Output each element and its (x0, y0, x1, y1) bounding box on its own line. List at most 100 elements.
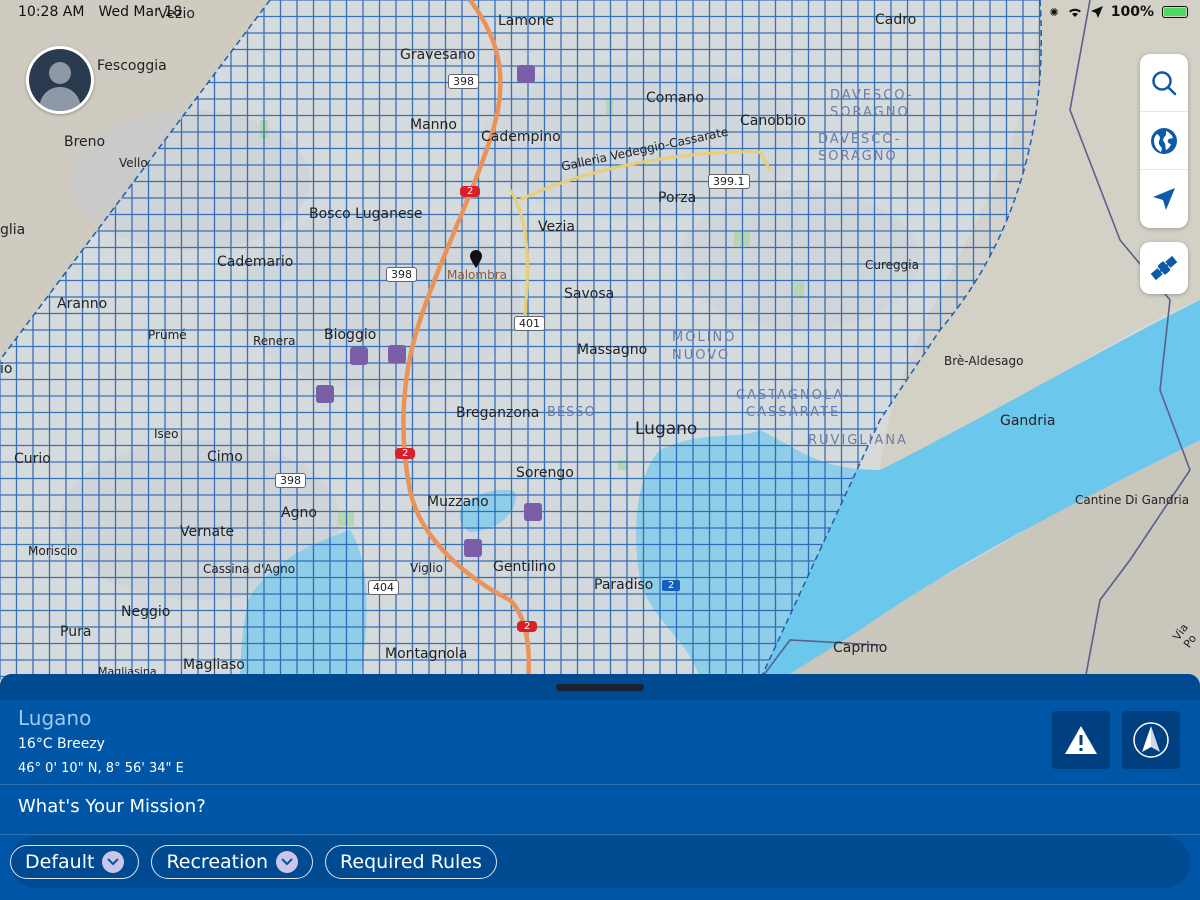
road-shield: 399.1 (708, 174, 750, 189)
chip-label: Required Rules (340, 851, 482, 873)
district-label: CASTAGNOLA- (736, 388, 851, 403)
location-arrow-icon (1090, 6, 1103, 18)
district-label: RUVIGLIANA (808, 433, 908, 448)
place-label: Prümé (148, 328, 187, 342)
train-station-icon (524, 503, 542, 521)
district-label: MOLINO (672, 330, 737, 345)
place-label: io (0, 361, 13, 377)
coordinates-text: 46° 0' 10" N, 8° 56' 34" E (18, 761, 184, 776)
place-label: Comano (646, 90, 704, 106)
satellite-button[interactable] (1140, 242, 1188, 294)
place-label: Viglio (410, 561, 443, 575)
district-label: DAVESCO- (818, 132, 902, 147)
compass-button[interactable] (1122, 711, 1180, 769)
place-label: Manno (410, 117, 457, 133)
place-label: Breno (64, 134, 106, 150)
place-label: Aranno (57, 296, 108, 312)
place-label: Massagno (577, 342, 648, 358)
place-label: Via Po (1170, 621, 1200, 651)
place-label: glia (0, 222, 26, 238)
location-pin-icon[interactable] (470, 250, 482, 268)
recreation-chip[interactable]: Recreation (151, 845, 314, 879)
place-label: Magliaso (183, 657, 245, 673)
train-station-icon (464, 539, 482, 557)
train-station-icon (350, 347, 368, 365)
location-name: Lugano (18, 706, 92, 730)
profile-avatar[interactable] (26, 46, 94, 114)
city-label: Lugano (635, 419, 698, 439)
chip-label: Default (25, 851, 95, 873)
globe-icon (1151, 127, 1177, 154)
mission-prompt: What's Your Mission? (18, 796, 206, 817)
place-label: Neggio (121, 604, 171, 620)
place-label: Cimo (207, 449, 243, 465)
road-shield: 398 (275, 473, 306, 488)
motorway-shield: 2 (517, 621, 538, 632)
place-label: Renera (253, 334, 296, 348)
place-label: Gravesano (400, 47, 476, 63)
district-label: CASSARATE (746, 405, 841, 420)
district-label: BESSO (547, 405, 596, 420)
wifi-icon (1068, 8, 1081, 17)
mission-chip-row: Default Recreation Required Rules (10, 836, 1190, 888)
panel-drag-area[interactable] (0, 674, 1200, 700)
place-label: Bioggio (324, 327, 377, 343)
search-button[interactable] (1140, 54, 1188, 112)
weather-text: 16°C Breezy (18, 736, 105, 752)
place-label: Bosco Luganese (309, 206, 423, 222)
place-label: Pura (60, 624, 92, 640)
motorway-shield: 2 (395, 448, 416, 459)
train-station-icon (517, 65, 535, 83)
place-label: Iseo (154, 427, 179, 441)
signal-icon: ✺ (1049, 5, 1059, 19)
road-label: Galleria Vedeggio-Cassarate (560, 124, 730, 174)
panel-divider (0, 834, 1200, 835)
place-label: Savosa (564, 286, 615, 302)
satellite-icon (1150, 255, 1178, 281)
status-time: 10:28 AM (18, 4, 85, 20)
default-chip[interactable]: Default (10, 845, 140, 879)
place-label: Curio (14, 451, 51, 467)
place-label: Cademario (217, 254, 294, 270)
place-label: Vernate (180, 524, 235, 540)
place-label: Canobbio (740, 113, 807, 129)
warning-icon (1065, 726, 1097, 754)
status-bar: 10:28 AM Wed Mar 18 ✺ 100% (0, 0, 1200, 24)
road-shield: 398 (448, 74, 479, 89)
compass-icon (1133, 722, 1169, 758)
place-label: Brè-Aldesago (944, 354, 1024, 368)
district-label: NUOVO (672, 348, 731, 363)
locate-me-button[interactable] (1140, 170, 1188, 228)
map-toolbar (1140, 54, 1188, 294)
search-icon (1152, 70, 1177, 95)
battery-icon (1162, 6, 1188, 18)
train-station-icon (316, 385, 334, 403)
place-label: Cadempino (481, 129, 561, 145)
place-label: Fescoggia (97, 58, 167, 74)
panel-drag-handle[interactable] (556, 684, 644, 691)
map-tool-group (1140, 54, 1188, 228)
status-date: Wed Mar 18 (98, 4, 183, 20)
warning-button[interactable] (1052, 711, 1110, 769)
place-label: Porza (658, 190, 697, 206)
place-label: Vello (119, 156, 148, 170)
place-label: Paradiso (594, 577, 654, 593)
chevron-down-icon (102, 851, 125, 873)
place-label: Malombra (447, 268, 507, 282)
place-label: Gentilino (493, 559, 556, 575)
panel-divider (0, 784, 1200, 785)
battery-percent: 100% (1110, 4, 1154, 20)
place-label: Montagnola (385, 646, 468, 662)
place-label: Sorengo (516, 465, 574, 481)
required-rules-chip[interactable]: Required Rules (325, 845, 497, 879)
district-label: DAVESCO- (830, 88, 914, 103)
motorway-shield: 2 (460, 186, 481, 197)
place-label: Agno (281, 505, 317, 521)
chevron-down-icon (276, 851, 299, 873)
map-layers-button[interactable] (1140, 112, 1188, 170)
chip-label: Recreation (166, 851, 269, 873)
person-icon (39, 62, 81, 111)
place-label: Vezia (538, 219, 575, 235)
map-labels: Vezio Lamone Cadro Fescoggia Gravesano C… (0, 0, 1200, 680)
place-label: Morisciο (28, 544, 78, 558)
